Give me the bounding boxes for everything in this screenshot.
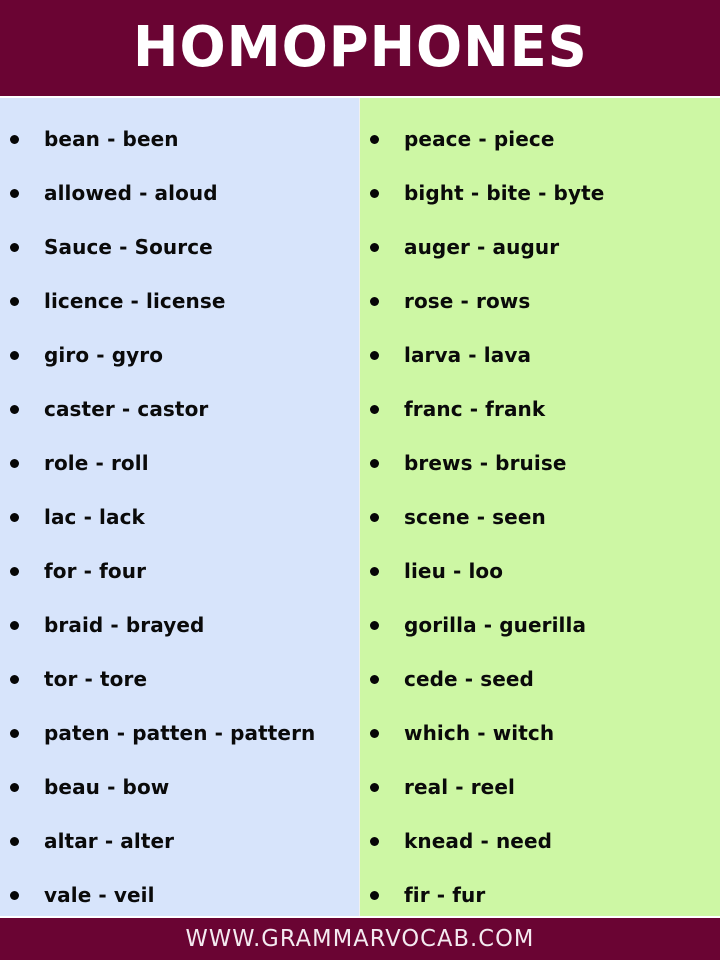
bullet-dot-icon	[10, 296, 32, 306]
list-item: bight - bite - byte	[360, 166, 720, 220]
homophone-pair-text: role - roll	[44, 451, 149, 475]
bullet-dot-icon	[10, 188, 32, 198]
list-item: bean - been	[0, 112, 359, 166]
homophone-pair-text: which - witch	[404, 721, 555, 745]
homophone-pair-text: giro - gyro	[44, 343, 164, 367]
homophone-pair-text: bight - bite - byte	[404, 181, 605, 205]
homophone-pair-text: franc - frank	[404, 397, 546, 421]
list-item: tor - tore	[0, 652, 359, 706]
bullet-dot-icon	[370, 728, 392, 738]
homophone-pair-text: bean - been	[44, 127, 179, 151]
bullet-dot-icon	[370, 836, 392, 846]
poster-footer: WWW.GRAMMARVOCAB.COM	[0, 918, 720, 960]
page-title: HOMOPHONES	[132, 15, 588, 80]
homophone-pair-text: lieu - loo	[404, 559, 504, 583]
homophone-pair-text: knead - need	[404, 829, 553, 853]
bullet-dot-icon	[10, 674, 32, 684]
bullet-dot-icon	[370, 566, 392, 576]
homophone-pair-text: auger - augur	[404, 235, 560, 259]
list-item: larva - lava	[360, 328, 720, 382]
list-item: gorilla - guerilla	[360, 598, 720, 652]
homophone-pair-text: altar - alter	[44, 829, 175, 853]
website-url: WWW.GRAMMARVOCAB.COM	[185, 925, 535, 952]
list-item: caster - castor	[0, 382, 359, 436]
homophone-pair-text: tor - tore	[44, 667, 148, 691]
bullet-dot-icon	[370, 296, 392, 306]
bullet-dot-icon	[10, 782, 32, 792]
bullet-dot-icon	[370, 404, 392, 414]
homophone-pair-text: Sauce - Source	[44, 235, 213, 259]
list-item: for - four	[0, 544, 359, 598]
homophones-poster: HOMOPHONES bean - been allowed - aloud Sau…	[0, 0, 720, 960]
homophones-column-right: peace - piece bight - bite - byte auger - …	[360, 98, 720, 916]
bullet-dot-icon	[10, 458, 32, 468]
list-item: licence - license	[0, 274, 359, 328]
bullet-dot-icon	[370, 188, 392, 198]
list-item: vale - veil	[0, 868, 359, 916]
list-item: franc - frank	[360, 382, 720, 436]
list-item: real - reel	[360, 760, 720, 814]
bullet-dot-icon	[370, 242, 392, 252]
list-item: role - roll	[0, 436, 359, 490]
list-item: Sauce - Source	[0, 220, 359, 274]
list-item: paten - patten - pattern	[0, 706, 359, 760]
list-item: allowed - aloud	[0, 166, 359, 220]
list-item: lac - lack	[0, 490, 359, 544]
homophone-pair-text: rose - rows	[404, 289, 531, 313]
homophone-pair-text: larva - lava	[404, 343, 532, 367]
homophone-pair-text: fir - fur	[404, 883, 486, 907]
homophone-pair-text: vale - veil	[44, 883, 155, 907]
bullet-dot-icon	[370, 782, 392, 792]
list-item: lieu - loo	[360, 544, 720, 598]
bullet-dot-icon	[10, 620, 32, 630]
bullet-dot-icon	[10, 404, 32, 414]
list-item: which - witch	[360, 706, 720, 760]
homophone-pair-text: caster - castor	[44, 397, 209, 421]
list-item: beau - bow	[0, 760, 359, 814]
list-item: altar - alter	[0, 814, 359, 868]
bullet-dot-icon	[10, 890, 32, 900]
list-item: scene - seen	[360, 490, 720, 544]
homophone-pair-text: scene - seen	[404, 505, 546, 529]
homophone-pair-text: licence - license	[44, 289, 226, 313]
bullet-dot-icon	[10, 350, 32, 360]
bullet-dot-icon	[10, 566, 32, 576]
bullet-dot-icon	[370, 134, 392, 144]
homophone-pair-text: brews - bruise	[404, 451, 567, 475]
homophone-pair-text: real - reel	[404, 775, 515, 799]
list-item: giro - gyro	[0, 328, 359, 382]
poster-header: HOMOPHONES	[0, 0, 720, 96]
homophone-pair-text: peace - piece	[404, 127, 555, 151]
list-item: braid - brayed	[0, 598, 359, 652]
bullet-dot-icon	[10, 134, 32, 144]
list-item: fir - fur	[360, 868, 720, 916]
homophone-pair-text: braid - brayed	[44, 613, 205, 637]
bullet-dot-icon	[370, 458, 392, 468]
homophone-pair-text: gorilla - guerilla	[404, 613, 587, 637]
bullet-dot-icon	[10, 836, 32, 846]
list-item: rose - rows	[360, 274, 720, 328]
homophones-column-left: bean - been allowed - aloud Sauce - Source…	[0, 98, 360, 916]
list-item: cede - seed	[360, 652, 720, 706]
homophones-columns: bean - been allowed - aloud Sauce - Source…	[0, 96, 720, 918]
list-item: brews - bruise	[360, 436, 720, 490]
bullet-dot-icon	[370, 674, 392, 684]
bullet-dot-icon	[370, 890, 392, 900]
homophone-pair-text: allowed - aloud	[44, 181, 218, 205]
homophone-pair-text: cede - seed	[404, 667, 534, 691]
homophone-pair-text: paten - patten - pattern	[44, 721, 316, 745]
bullet-dot-icon	[10, 728, 32, 738]
list-item: auger - augur	[360, 220, 720, 274]
homophone-pair-text: for - four	[44, 559, 147, 583]
homophone-pair-text: lac - lack	[44, 505, 145, 529]
homophone-pair-text: beau - bow	[44, 775, 170, 799]
bullet-dot-icon	[370, 350, 392, 360]
bullet-dot-icon	[370, 512, 392, 522]
list-item: knead - need	[360, 814, 720, 868]
bullet-dot-icon	[10, 512, 32, 522]
bullet-dot-icon	[10, 242, 32, 252]
list-item: peace - piece	[360, 112, 720, 166]
bullet-dot-icon	[370, 620, 392, 630]
